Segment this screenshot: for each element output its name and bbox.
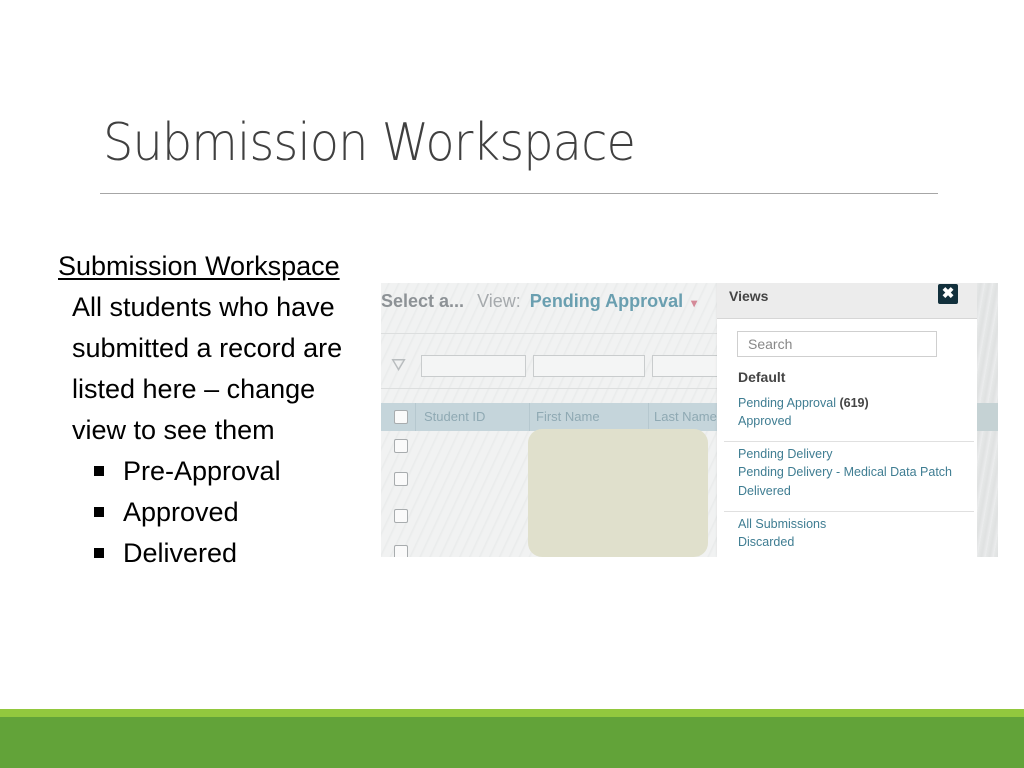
- select-action-label[interactable]: Select a...: [381, 291, 464, 311]
- views-panel-header: Views ✖: [717, 283, 977, 319]
- view-option-delivered[interactable]: Delivered: [738, 484, 791, 498]
- title-divider: [100, 193, 938, 194]
- view-option-pending-delivery[interactable]: Pending Delivery: [738, 447, 833, 461]
- views-section-default: Default: [738, 369, 786, 385]
- description-paragraph: All students who have submitted a record…: [72, 292, 343, 445]
- view-selector[interactable]: Pending Approval: [530, 291, 683, 311]
- redacted-area: [528, 429, 708, 557]
- close-icon[interactable]: ✖: [938, 284, 958, 304]
- views-panel: Views ✖ Default Pending Approval (619) A…: [717, 283, 977, 557]
- footer-bar: [0, 717, 1024, 768]
- column-last-name[interactable]: Last Name: [654, 409, 717, 424]
- select-all-checkbox[interactable]: [394, 410, 408, 424]
- slide-body: Submission Workspace All students who ha…: [58, 246, 358, 574]
- row-checkbox[interactable]: [394, 472, 408, 486]
- bullet-item: Delivered: [94, 533, 358, 574]
- workspace-screenshot: Select a... View: Pending Approval ▾ ⛛ S…: [381, 283, 998, 557]
- background-grid-edge: [977, 283, 998, 557]
- view-option-discarded[interactable]: Discarded: [738, 535, 794, 549]
- bullet-item: Approved: [94, 492, 358, 533]
- count-badge: (619): [839, 396, 869, 410]
- filter-last-name-input[interactable]: [652, 355, 724, 377]
- views-search-input[interactable]: [737, 331, 937, 357]
- square-bullet-icon: [94, 507, 104, 517]
- caret-down-icon[interactable]: ▾: [691, 296, 697, 310]
- row-checkbox[interactable]: [394, 545, 408, 557]
- section-heading: Submission Workspace: [58, 251, 340, 281]
- filter-student-id-input[interactable]: [421, 355, 526, 377]
- view-label: View:: [477, 291, 521, 311]
- slide-title: Submission Workspace: [103, 113, 636, 173]
- view-option-all-submissions[interactable]: All Submissions: [738, 517, 826, 531]
- square-bullet-icon: [94, 548, 104, 558]
- view-option-pending-delivery-medical[interactable]: Pending Delivery - Medical Data Patch: [738, 465, 952, 479]
- view-option-pending-approval[interactable]: Pending Approval (619): [738, 396, 869, 410]
- column-student-id[interactable]: Student ID: [424, 409, 485, 424]
- square-bullet-icon: [94, 466, 104, 476]
- view-toolbar: Select a... View: Pending Approval ▾: [381, 291, 697, 321]
- row-checkbox[interactable]: [394, 509, 408, 523]
- filter-icon[interactable]: ⛛: [391, 355, 406, 376]
- row-checkbox[interactable]: [394, 439, 408, 453]
- view-option-approved[interactable]: Approved: [738, 414, 792, 428]
- filter-first-name-input[interactable]: [533, 355, 645, 377]
- column-first-name[interactable]: First Name: [536, 409, 600, 424]
- bullet-item: Pre-Approval: [94, 451, 358, 492]
- status-bullet-list: Pre-Approval Approved Delivered: [58, 451, 358, 574]
- footer-accent-bar: [0, 709, 1024, 717]
- views-panel-title: Views: [729, 288, 769, 304]
